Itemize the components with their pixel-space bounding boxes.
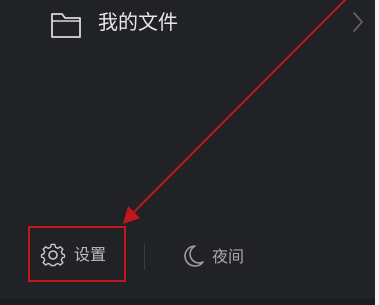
moon-icon <box>184 245 204 267</box>
gear-icon <box>40 243 66 267</box>
settings-button[interactable]: 设置 <box>28 226 126 282</box>
footer-divider <box>144 244 145 270</box>
folder-icon <box>51 13 81 38</box>
menu-item-label: 我的文件 <box>98 10 178 34</box>
bottom-band <box>0 299 375 305</box>
night-mode-label: 夜间 <box>212 247 245 266</box>
menu-item-my-files[interactable]: 我的文件 <box>0 0 375 46</box>
settings-label: 设置 <box>74 245 107 264</box>
side-menu-panel: 我的文件 设置 夜间 <box>0 0 375 305</box>
night-mode-button[interactable]: 夜间 <box>176 240 266 274</box>
chevron-right-icon <box>353 12 363 32</box>
panel-edge <box>375 0 379 305</box>
